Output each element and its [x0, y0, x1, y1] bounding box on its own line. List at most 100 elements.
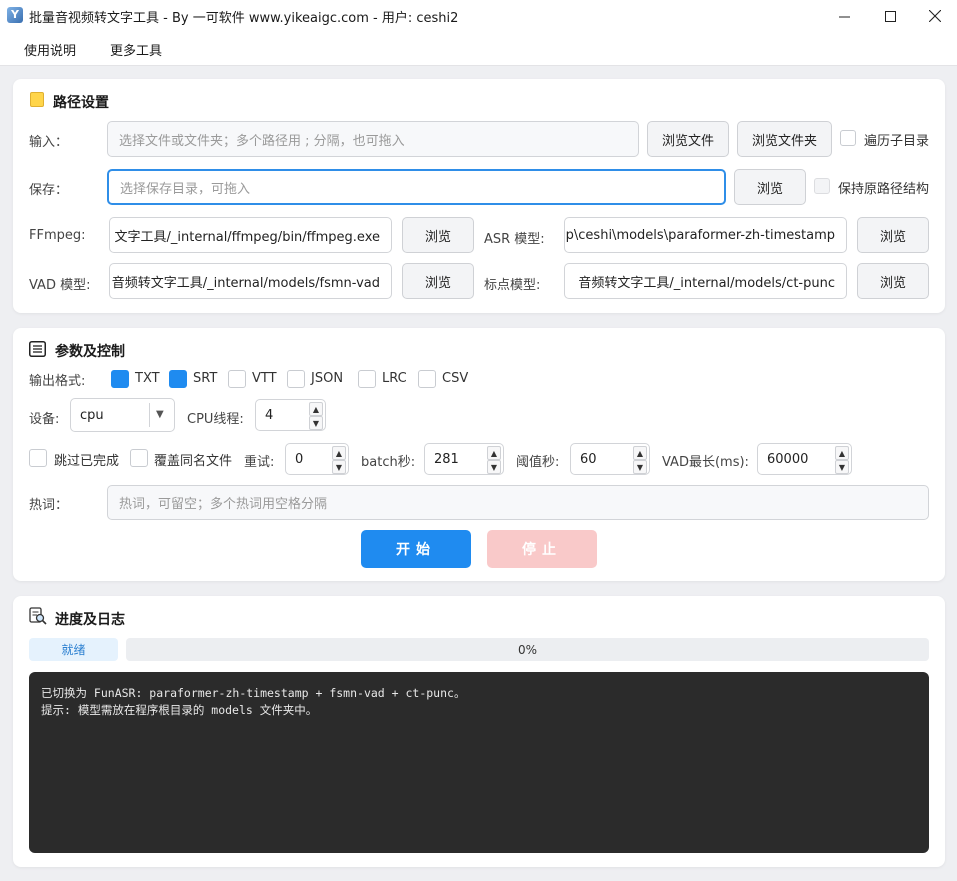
- browse-vad-button[interactable]: 浏览: [402, 263, 474, 299]
- format-srt-checkbox[interactable]: [169, 370, 187, 388]
- browse-punc-button[interactable]: 浏览: [857, 263, 929, 299]
- ffmpeg-label: FFmpeg:: [29, 228, 86, 243]
- browse-ffmpeg-button[interactable]: 浏览: [402, 217, 474, 253]
- browse-folder-button[interactable]: 浏览文件夹: [737, 121, 832, 157]
- spin-down-icon[interactable]: ▼: [332, 460, 346, 474]
- spin-up-icon[interactable]: ▲: [633, 446, 647, 460]
- ffmpeg-path-value: 文字工具/_internal/ffmpeg/bin/ffmpeg.exe: [114, 229, 380, 245]
- overwrite-label: 覆盖同名文件: [154, 454, 233, 469]
- hotword-label: 热词：: [29, 498, 69, 513]
- format-csv-checkbox[interactable]: [418, 370, 436, 388]
- chevron-down-icon: ▼: [156, 409, 164, 420]
- cpu-threads-spinbox[interactable]: 4 ▲ ▼: [255, 399, 326, 431]
- batch-spinbox[interactable]: 281 ▲ ▼: [424, 443, 504, 475]
- retry-label: 重试:: [244, 455, 275, 470]
- input-path-placeholder: 选择文件或文件夹；多个路径用 ; 分隔，也可拖入: [119, 133, 405, 149]
- spin-down-icon[interactable]: ▼: [633, 460, 647, 474]
- format-json-checkbox[interactable]: [287, 370, 305, 388]
- save-path-field[interactable]: 选择保存目录，可拖入: [107, 169, 726, 205]
- progress-text: 0%: [517, 642, 538, 657]
- log-output[interactable]: 已切换为 FunASR: paraformer-zh-timestamp + f…: [29, 672, 929, 853]
- path-section-title: 路径设置: [53, 95, 109, 111]
- spin-up-icon[interactable]: ▲: [835, 446, 849, 460]
- batch-label: batch秒:: [361, 455, 416, 470]
- keep-structure-checkbox[interactable]: [814, 178, 830, 194]
- params-section-title: 参数及控制: [55, 344, 125, 360]
- ffmpeg-path-field[interactable]: 文字工具/_internal/ffmpeg/bin/ffmpeg.exe: [109, 217, 392, 253]
- spin-up-icon[interactable]: ▲: [332, 446, 346, 460]
- vad-max-value: 60000: [767, 451, 809, 467]
- vad-max-label: VAD最长(ms):: [662, 455, 749, 470]
- folder-icon: [30, 92, 44, 107]
- cpu-threads-value: 4: [265, 407, 274, 423]
- format-txt-label: TXT: [135, 371, 160, 386]
- log-section-title: 进度及日志: [55, 612, 125, 628]
- spin-down-icon[interactable]: ▼: [309, 416, 323, 430]
- save-label: 保存：: [29, 183, 69, 198]
- log-line: 已切换为 FunASR: paraformer-zh-timestamp + f…: [41, 686, 466, 700]
- punc-label: 标点模型:: [484, 278, 541, 293]
- stop-button[interactable]: 停止: [487, 530, 597, 568]
- vad-path-field[interactable]: 音频转文字工具/_internal/models/fsmn-vad: [109, 263, 392, 299]
- asr-path-field[interactable]: p\ceshi\models\paraformer-zh-timestamp: [564, 217, 847, 253]
- vad-label: VAD 模型:: [29, 278, 91, 293]
- hotword-placeholder: 热词，可留空；多个热词用空格分隔: [119, 497, 328, 512]
- format-vtt-checkbox[interactable]: [228, 370, 246, 388]
- format-srt-label: SRT: [193, 371, 218, 386]
- format-txt-checkbox[interactable]: [111, 370, 129, 388]
- punc-path-field[interactable]: 音频转文字工具/_internal/models/ct-punc: [564, 263, 847, 299]
- format-json-label: JSON: [311, 371, 344, 386]
- browse-file-button[interactable]: 浏览文件: [647, 121, 729, 157]
- format-lrc-checkbox[interactable]: [358, 370, 376, 388]
- format-csv-label: CSV: [442, 371, 469, 386]
- skip-done-checkbox[interactable]: [29, 449, 47, 467]
- keep-structure-label: 保持原路径结构: [838, 182, 930, 197]
- browse-asr-button[interactable]: 浏览: [857, 217, 929, 253]
- device-select[interactable]: cpu ▼: [70, 398, 175, 432]
- threshold-spinbox[interactable]: 60 ▲ ▼: [570, 443, 650, 475]
- list-icon: [29, 341, 46, 357]
- browse-save-button[interactable]: 浏览: [734, 169, 806, 205]
- device-label: 设备:: [29, 412, 60, 427]
- vad-max-spinbox[interactable]: 60000 ▲ ▼: [757, 443, 852, 475]
- recursive-label: 遍历子目录: [864, 134, 930, 149]
- format-vtt-label: VTT: [252, 371, 277, 386]
- log-line: 提示: 模型需放在程序根目录的 models 文件夹中。: [41, 703, 318, 717]
- input-path-field[interactable]: 选择文件或文件夹；多个路径用 ; 分隔，也可拖入: [107, 121, 639, 157]
- retry-value: 0: [295, 451, 304, 467]
- vad-path-value: 音频转文字工具/_internal/models/fsmn-vad: [111, 275, 380, 291]
- overwrite-checkbox[interactable]: [130, 449, 148, 467]
- close-icon: [929, 10, 941, 22]
- minimize-button[interactable]: [821, 0, 867, 32]
- skip-done-label: 跳过已完成: [54, 454, 120, 469]
- punc-path-value: 音频转文字工具/_internal/models/ct-punc: [578, 275, 835, 291]
- spin-down-icon[interactable]: ▼: [835, 460, 849, 474]
- progress-bar: 0%: [126, 638, 929, 661]
- menu-more-tools[interactable]: 更多工具: [110, 40, 162, 59]
- minimize-icon: [838, 16, 850, 17]
- format-lrc-label: LRC: [382, 371, 407, 386]
- batch-value: 281: [434, 451, 459, 467]
- cpu-threads-label: CPU线程:: [187, 412, 244, 427]
- spin-down-icon[interactable]: ▼: [487, 460, 501, 474]
- window-title: 批量音视频转文字工具 - By 一可软件 www.yikeaigc.com - …: [29, 11, 459, 26]
- menu-usage[interactable]: 使用说明: [24, 40, 76, 59]
- recursive-checkbox[interactable]: [840, 130, 856, 146]
- retry-spinbox[interactable]: 0 ▲ ▼: [285, 443, 349, 475]
- asr-path-value: p\ceshi\models\paraformer-zh-timestamp: [565, 227, 835, 243]
- save-path-placeholder: 选择保存目录，可拖入: [120, 181, 251, 197]
- close-button[interactable]: [912, 0, 957, 32]
- document-search-icon: [29, 607, 47, 625]
- asr-label: ASR 模型:: [484, 232, 545, 247]
- spin-up-icon[interactable]: ▲: [487, 446, 501, 460]
- spin-up-icon[interactable]: ▲: [309, 402, 323, 416]
- input-label: 输入：: [29, 135, 69, 150]
- hotword-field[interactable]: 热词，可留空；多个热词用空格分隔: [107, 485, 929, 520]
- combo-divider: [149, 403, 150, 427]
- threshold-label: 阈值秒:: [516, 455, 560, 470]
- device-value: cpu: [80, 408, 104, 423]
- maximize-icon: [884, 10, 896, 22]
- start-button[interactable]: 开始: [361, 530, 471, 568]
- maximize-button[interactable]: [867, 0, 913, 32]
- output-format-label: 输出格式:: [29, 374, 86, 389]
